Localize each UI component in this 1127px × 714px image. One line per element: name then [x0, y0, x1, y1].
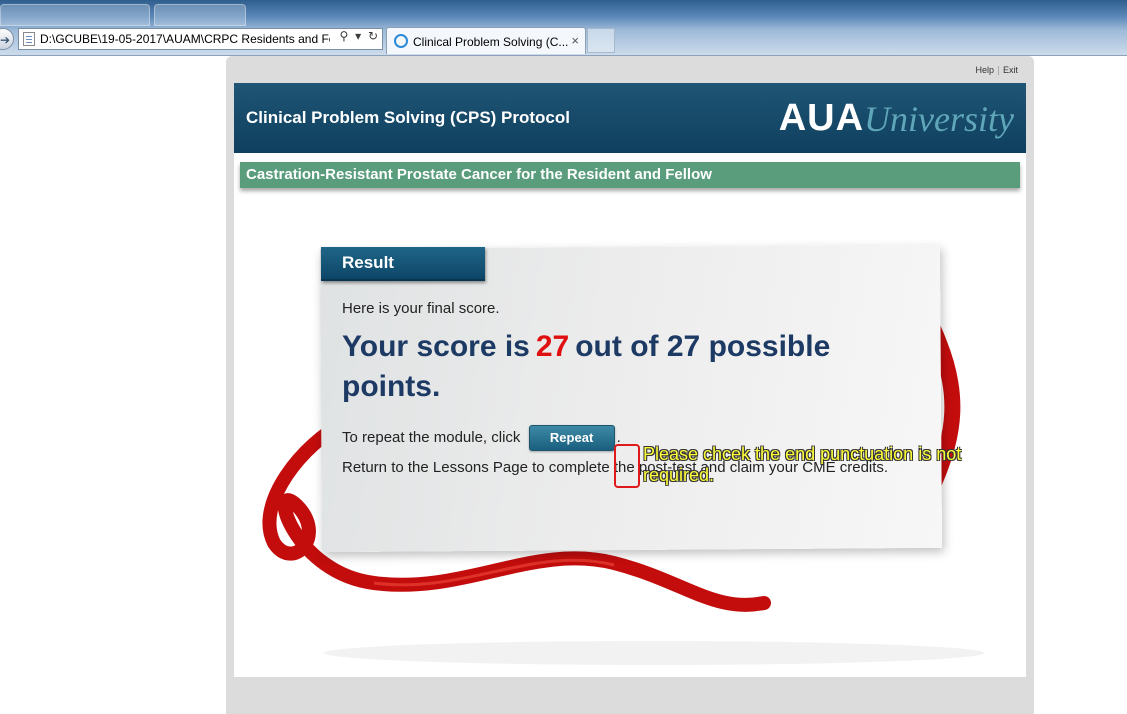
- annotation-comment: Please chcek the end punctuation is not …: [643, 444, 962, 485]
- module-header: Clinical Problem Solving (CPS) Protocol …: [234, 83, 1026, 155]
- exit-link[interactable]: Exit: [999, 65, 1022, 75]
- active-tab[interactable]: Clinical Problem Solving (C... ×: [386, 27, 586, 54]
- repeat-instruction: To repeat the module, click Repeat.: [342, 425, 621, 452]
- score-prefix: Your score is: [342, 330, 530, 363]
- module-title: Castration-Resistant Prostate Cancer for…: [246, 166, 712, 183]
- ie-icon: [394, 33, 408, 48]
- module-frame: Help Exit Clinical Problem Solving (CPS) …: [226, 56, 1034, 714]
- score-value: 27: [535, 330, 570, 363]
- address-text[interactable]: D:\GCUBE\19-05-2017\AUAM\CRPC Residents …: [40, 29, 330, 49]
- repeat-text: To repeat the module, click: [342, 429, 521, 446]
- page-icon: [23, 32, 35, 46]
- repeat-button[interactable]: Repeat: [528, 425, 615, 452]
- refresh-icon[interactable]: ↻: [368, 29, 378, 43]
- browser-chrome: ➔ D:\GCUBE\19-05-2017\AUAM\CRPC Resident…: [0, 0, 1127, 56]
- help-link[interactable]: Help: [971, 65, 998, 75]
- intro-text: Here is your final score.: [342, 300, 500, 317]
- search-icon[interactable]: ⚲: [339, 29, 348, 43]
- content-area: Clinical Problem Solving (CPS) Protocol …: [234, 83, 1026, 677]
- background-tab[interactable]: [154, 4, 246, 26]
- logo-university: University: [864, 99, 1014, 139]
- new-tab-button[interactable]: [587, 28, 615, 53]
- address-tools: ⚲ ▾ ↻: [336, 29, 378, 43]
- arrow-right-icon: ➔: [0, 33, 10, 47]
- aua-university-logo: AUAUniversity: [779, 97, 1014, 140]
- forward-button[interactable]: ➔: [0, 28, 14, 50]
- score-statement: Your score is 27 out of 27 possible points…: [342, 327, 882, 407]
- result-heading: Result: [342, 253, 394, 272]
- close-tab-icon[interactable]: ×: [571, 28, 579, 54]
- result-tab: Result: [321, 247, 485, 281]
- tab-title: Clinical Problem Solving (C...: [413, 34, 569, 49]
- logo-aua: AUA: [778, 97, 865, 139]
- page-title: Clinical Problem Solving (CPS) Protocol: [246, 108, 570, 127]
- top-links: Help Exit: [971, 65, 1022, 76]
- dropdown-icon[interactable]: ▾: [355, 29, 361, 43]
- background-tab[interactable]: [0, 4, 150, 26]
- annotation-highlight-box: [614, 444, 640, 488]
- address-bar[interactable]: D:\GCUBE\19-05-2017\AUAM\CRPC Residents …: [18, 28, 383, 50]
